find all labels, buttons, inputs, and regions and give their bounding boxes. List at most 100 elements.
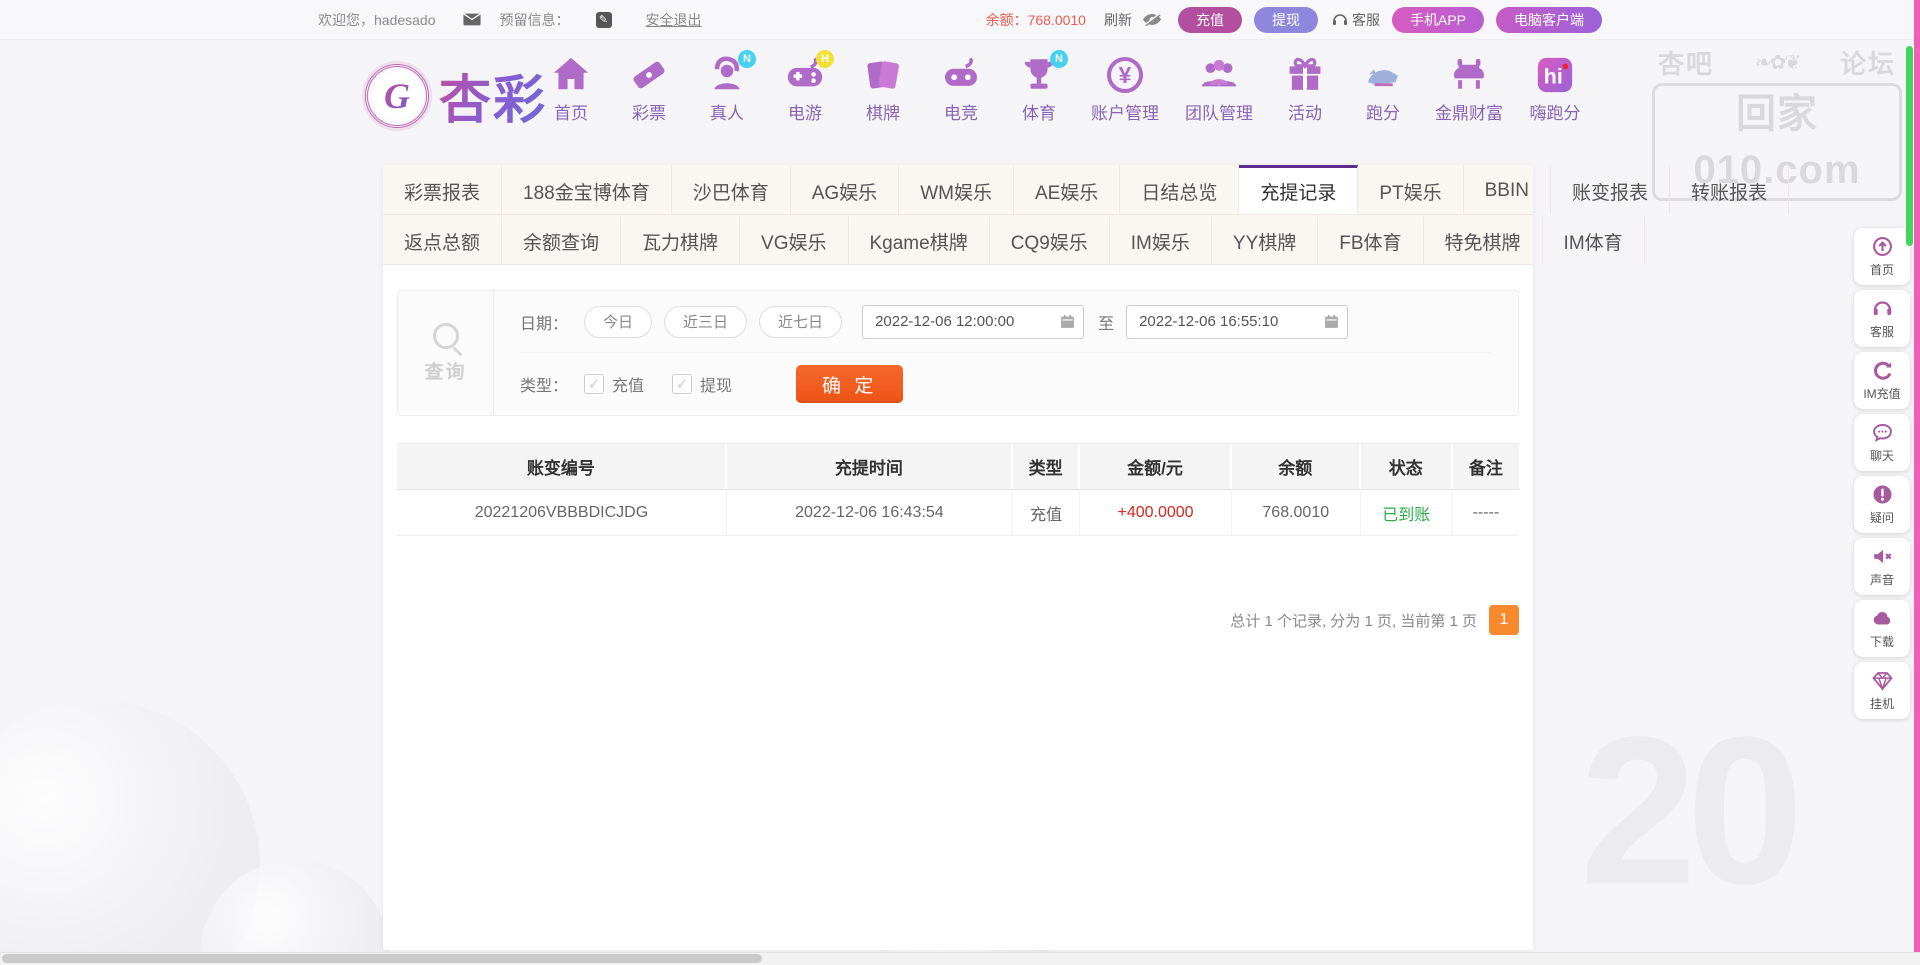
pc-client-button[interactable]: 电脑客户端: [1496, 6, 1602, 33]
vertical-scrollbar-thumb[interactable]: [1906, 46, 1913, 246]
sidebar-首页[interactable]: 首页: [1854, 228, 1910, 285]
nav-item-首页[interactable]: 首页: [545, 54, 597, 124]
nav-item-金鼎财富[interactable]: 金鼎财富: [1435, 54, 1503, 124]
rhino-icon: [1362, 54, 1404, 96]
tab-转账报表[interactable]: 转账报表: [1670, 165, 1790, 214]
calendar-icon[interactable]: [1324, 314, 1339, 329]
vertical-scrollbar-track[interactable]: [1914, 0, 1920, 965]
tab-瓦力棋牌[interactable]: 瓦力棋牌: [621, 215, 741, 264]
sidebar-label: 挂机: [1869, 696, 1894, 711]
tab-日结总览[interactable]: 日结总览: [1120, 165, 1240, 214]
mobile-app-button[interactable]: 手机APP: [1391, 6, 1484, 33]
tripod-icon: [1448, 54, 1490, 96]
nav-item-棋牌[interactable]: 棋牌: [857, 54, 909, 124]
nav-label: 活动: [1288, 104, 1322, 123]
page: 20 欢迎您，hadesado 预留信息： ✎ 安全退出 余额：768.0010…: [0, 0, 1920, 965]
tab-FB体育[interactable]: FB体育: [1318, 215, 1424, 264]
cell-余额: 768.0010: [1232, 490, 1361, 535]
page-1-button[interactable]: 1: [1489, 605, 1519, 635]
sidebar-疑问[interactable]: 疑问: [1854, 476, 1910, 533]
table-header-row: 账变编号 充提时间 类型 金额/元 余额 状态 备注: [397, 443, 1519, 490]
site-header: G 杏彩 首页 彩票 N 真人 H 电游 棋牌 电竞 N 体育 ¥ 账户管理 团队管理 活动 跑分 金鼎财富 h…: [0, 40, 1920, 201]
customer-service-link[interactable]: 客服: [1332, 10, 1380, 30]
tab-充提记录[interactable]: 充提记录: [1239, 165, 1359, 214]
nav-item-体育[interactable]: N 体育: [1013, 50, 1068, 124]
tab-IM娱乐[interactable]: IM娱乐: [1110, 215, 1212, 264]
quick-date-近三日[interactable]: 近三日: [664, 305, 748, 338]
query-label: 查询: [424, 361, 467, 383]
withdraw-button[interactable]: 提现: [1253, 6, 1318, 33]
tab-AE娱乐[interactable]: AE娱乐: [1014, 165, 1121, 214]
tab-AG娱乐[interactable]: AG娱乐: [791, 165, 900, 214]
nav-item-团队管理[interactable]: 团队管理: [1185, 54, 1253, 124]
tab-188金宝博体育[interactable]: 188金宝博体育: [502, 165, 672, 214]
balance-text: 余额：768.0010: [986, 10, 1086, 30]
table-body: 20221206VBBBDICJDG 2022-12-06 16:43:54 充值 +…: [397, 490, 1519, 536]
topbar: 欢迎您，hadesado 预留信息： ✎ 安全退出 余额：768.0010 刷新…: [0, 0, 1920, 40]
nav-item-真人[interactable]: N 真人: [701, 50, 756, 124]
sidebar-IM充值[interactable]: IM充值: [1854, 352, 1910, 409]
nav-item-账户管理[interactable]: ¥ 账户管理: [1091, 54, 1159, 124]
service-label: 客服: [1351, 11, 1380, 28]
cell-状态: 已到账: [1361, 490, 1453, 535]
tab-CQ9娱乐[interactable]: CQ9娱乐: [990, 215, 1110, 264]
decor-digits: 20: [1580, 693, 1804, 928]
filter-panel: 查询 日期： 今日 近三日 近七日 2022-12-06 12:00:00 至 20…: [397, 290, 1519, 416]
tab-YY棋牌[interactable]: YY棋牌: [1212, 215, 1319, 264]
records-table: 账变编号 充提时间 类型 金额/元 余额 状态 备注 20221206VBBBDICJDG 2…: [397, 443, 1519, 536]
horizontal-scrollbar-thumb[interactable]: [2, 954, 762, 963]
nav-item-活动[interactable]: 活动: [1279, 54, 1331, 124]
tab-账变报表[interactable]: 账变报表: [1551, 165, 1670, 214]
tab-PT娱乐[interactable]: PT娱乐: [1358, 165, 1464, 214]
nav-label: 彩票: [632, 104, 666, 123]
edit-icon[interactable]: ✎: [595, 11, 612, 28]
logout-link[interactable]: 安全退出: [646, 10, 702, 30]
sidebar-label: 下载: [1869, 634, 1894, 649]
tab-返点总额[interactable]: 返点总额: [383, 215, 503, 264]
quick-date-今日[interactable]: 今日: [584, 305, 653, 338]
type-label: 类型：: [520, 378, 569, 395]
watermark-right: 论坛: [1839, 49, 1896, 79]
sidebar-label: 首页: [1869, 262, 1894, 277]
site-logo[interactable]: G 杏彩: [365, 58, 547, 133]
tab-沙巴体育[interactable]: 沙巴体育: [672, 165, 791, 214]
home-icon: [550, 54, 592, 96]
message-envelope-icon[interactable]: [462, 12, 482, 28]
sidebar-挂机[interactable]: 挂机: [1854, 662, 1910, 719]
sidebar-下载[interactable]: 下载: [1854, 600, 1910, 657]
tab-Kgame棋牌[interactable]: Kgame棋牌: [849, 215, 990, 264]
horizontal-scrollbar-track[interactable]: [0, 952, 1920, 965]
nav-item-嗨跑分[interactable]: hi 嗨跑分: [1529, 54, 1581, 124]
nav-item-电竞[interactable]: 电竞: [935, 54, 987, 124]
tab-BBIN[interactable]: BBIN: [1464, 165, 1551, 214]
badge-H: H: [816, 50, 834, 68]
sidebar-label: 声音: [1869, 572, 1894, 587]
calendar-icon[interactable]: [1060, 314, 1075, 329]
nav-item-电游[interactable]: H 电游: [779, 50, 834, 124]
tab-特免棋牌[interactable]: 特免棋牌: [1424, 215, 1543, 264]
nav-item-跑分[interactable]: 跑分: [1357, 54, 1409, 124]
sidebar-聊天[interactable]: 聊天: [1854, 414, 1910, 471]
nav-label: 嗨跑分: [1529, 104, 1581, 123]
date-from-input[interactable]: 2022-12-06 12:00:00: [862, 304, 1085, 339]
date-to-input[interactable]: 2022-12-06 16:55:10: [1126, 304, 1349, 339]
refresh-link[interactable]: 刷新: [1104, 10, 1132, 30]
tab-余额查询[interactable]: 余额查询: [502, 215, 622, 264]
tab-彩票报表[interactable]: 彩票报表: [383, 165, 503, 214]
tab-IM体育[interactable]: IM体育: [1543, 215, 1645, 264]
tab-WM娱乐[interactable]: WM娱乐: [899, 165, 1014, 214]
checkbox-提现[interactable]: ✓: [672, 374, 693, 394]
sidebar-声音[interactable]: 声音: [1854, 538, 1910, 595]
nav-label: 电竞: [944, 104, 978, 123]
recharge-button[interactable]: 充值: [1177, 6, 1242, 33]
quick-date-近七日[interactable]: 近七日: [759, 305, 843, 338]
sidebar-客服[interactable]: 客服: [1854, 290, 1910, 347]
coin-icon: ¥: [1104, 54, 1146, 96]
confirm-button[interactable]: 确 定: [796, 365, 904, 403]
checkbox-充值[interactable]: ✓: [584, 374, 605, 394]
nav-item-彩票[interactable]: 彩票: [623, 54, 675, 124]
eye-off-icon[interactable]: [1142, 12, 1162, 28]
nav-label: 团队管理: [1185, 104, 1253, 123]
tab-VG娱乐[interactable]: VG娱乐: [740, 215, 849, 264]
filter-main: 日期： 今日 近三日 近七日 2022-12-06 12:00:00 至 2022-…: [494, 291, 1518, 415]
